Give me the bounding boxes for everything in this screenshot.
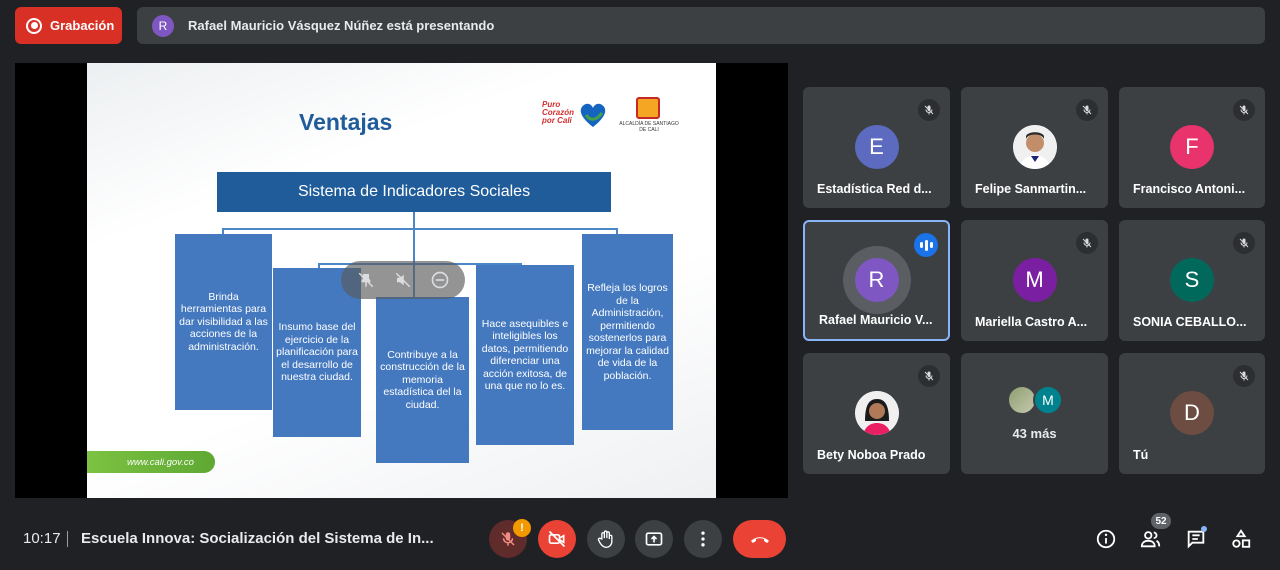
avatar: E [854,125,899,169]
avatar: M [1033,385,1063,415]
participant-tile[interactable]: M Mariella Castro A... [961,220,1108,341]
participant-tile[interactable]: Felipe Sanmartin... [961,87,1108,208]
avatar-photo [1012,125,1057,169]
more-participants-tile[interactable]: M 43 más [961,353,1108,474]
chat-notification-dot [1201,526,1207,532]
card-brinda: Brinda herramientas para dar visibilidad… [175,234,272,410]
unpin-icon[interactable] [355,269,377,291]
present-screen-button[interactable] [635,520,673,558]
people-count-badge: 52 [1151,513,1171,529]
mic-off-icon [918,99,940,121]
presenting-text: Rafael Mauricio Vásquez Núñez está prese… [188,18,495,33]
card-refleja: Refleja los logros de la Administración,… [582,234,673,430]
meeting-info-button[interactable] [1094,527,1118,551]
avatar-photo [854,391,899,435]
participant-name: SONIA CEBALLO... [1133,315,1247,329]
speaking-indicator-icon [914,233,938,257]
more-vert-icon [701,531,705,547]
recording-button[interactable]: Grabación [15,7,122,44]
participant-name: Bety Noboa Prado [817,448,926,462]
avatar: F [1170,125,1214,169]
presentation-area: Ventajas Puro Corazón por Cali ALCALDÍA … [15,63,788,498]
mic-warning-badge: ! [513,519,531,537]
participant-name: Francisco Antoni... [1133,182,1246,196]
participant-tile[interactable]: S SONIA CEBALLO... [1119,220,1265,341]
present-icon [645,532,663,546]
participant-tile[interactable]: Bety Noboa Prado [803,353,950,474]
avatar: D [1170,391,1214,435]
minimize-icon[interactable] [429,269,451,291]
mic-off-icon [918,365,940,387]
end-call-icon [750,537,769,543]
info-icon [1096,529,1116,549]
mic-off-icon [1233,365,1255,387]
mute-audio-icon[interactable] [392,269,414,291]
more-options-button[interactable] [684,520,722,558]
activities-icon [1232,529,1251,548]
meeting-title: Escuela Innova: Socialización del Sistem… [81,530,434,547]
avatar: S [1170,258,1214,302]
participant-name: Mariella Castro A... [975,315,1088,329]
participant-tile-speaking[interactable]: R Rafael Mauricio V... [803,220,950,341]
mic-off-icon [1233,232,1255,254]
participant-name: Felipe Sanmartin... [975,182,1087,196]
participant-tile[interactable]: F Francisco Antoni... [1119,87,1265,208]
people-icon [1140,531,1161,548]
participant-name: Estadística Red d... [817,182,932,196]
mic-off-icon [1076,99,1098,121]
hand-icon [597,530,613,549]
alcaldia-seal: ALCALDÍA DE SANTIAGO DE CALI [619,97,679,137]
people-button[interactable] [1139,527,1163,551]
slide-url: www.cali.gov.co [87,451,215,473]
clock: 10:17 [23,530,61,547]
puro-corazon-logo: Puro Corazón por Cali [542,99,612,133]
presenting-banner: R Rafael Mauricio Vásquez Núñez está pre… [137,7,1265,44]
card-contribuye: Contribuye a la construcción de la memor… [376,297,469,463]
raise-hand-button[interactable] [587,520,625,558]
system-box: Sistema de Indicadores Sociales [217,172,611,212]
avatar: R [842,246,911,314]
slide: Ventajas Puro Corazón por Cali ALCALDÍA … [87,63,716,498]
presentation-controls [341,261,465,299]
recording-icon [26,17,42,34]
participant-name: Rafael Mauricio V... [819,313,933,327]
more-participants-label: 43 más [1012,426,1057,441]
avatar: M [1012,258,1057,302]
participant-name: Tú [1133,448,1149,462]
camera-toggle-button[interactable] [538,520,576,558]
participant-tile[interactable]: E Estadística Red d... [803,87,950,208]
self-tile[interactable]: D Tú [1119,353,1265,474]
recording-label: Grabación [50,18,115,33]
card-hace: Hace asequibles e inteligibles los datos… [476,265,574,445]
slide-title: Ventajas [299,109,393,135]
activities-button[interactable] [1229,527,1253,551]
end-call-button[interactable] [733,520,786,558]
camera-off-icon [548,530,566,548]
mic-off-icon [1233,99,1255,121]
presenter-avatar: R [152,14,174,37]
mic-off-icon [1076,232,1098,254]
